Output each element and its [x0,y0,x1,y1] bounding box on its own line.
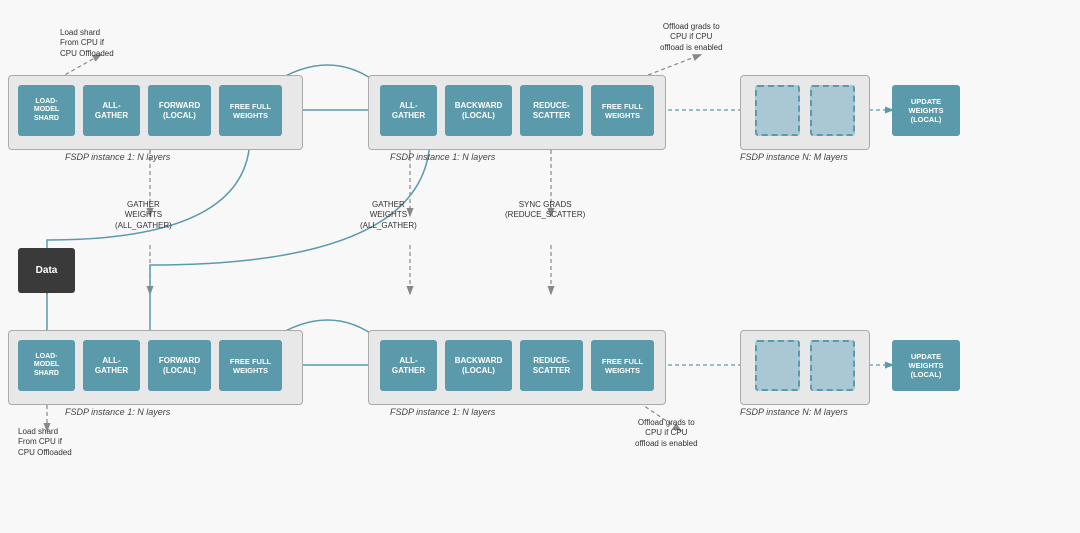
bottom-placeholder-1 [755,340,800,391]
bottom-group1-label: FSDP instance 1: N layers [65,407,170,417]
bottom-group2-label: FSDP instance 1: N layers [390,407,495,417]
bottom-forward: FORWARD(LOCAL) [148,340,211,391]
top-placeholder-2 [810,85,855,136]
top-free-full-weights-1: FREE FULLWEIGHTS [219,85,282,136]
annotation-gather-weights-1: GATHERWEIGHTS(ALL_GATHER) [115,200,172,231]
annotation-offload-grads-top: Offload grads toCPU if CPUoffload is ena… [660,22,723,53]
top-forward: FORWARD(LOCAL) [148,85,211,136]
bottom-all-gather-1: ALL-GATHER [83,340,140,391]
top-all-gather-2: ALL-GATHER [380,85,437,136]
bottom-load-model-shard: LOAD-MODELSHARD [18,340,75,391]
top-free-full-weights-2: FREE FULLWEIGHTS [591,85,654,136]
top-load-model-shard: LOAD-MODELSHARD [18,85,75,136]
top-reduce-scatter: REDUCE-SCATTER [520,85,583,136]
annotation-gather-weights-2: GATHERWEIGHTS(ALL_GATHER) [360,200,417,231]
top-group1-label: FSDP instance 1: N layers [65,152,170,162]
annotation-sync-grads: SYNC GRADS(REDUCE_SCATTER) [505,200,585,221]
bottom-group3-label: FSDP instance N: M layers [740,407,848,417]
bottom-all-gather-2: ALL-GATHER [380,340,437,391]
bottom-free-full-weights-1: FREE FULLWEIGHTS [219,340,282,391]
top-update-weights: UPDATEWEIGHTS(LOCAL) [892,85,960,136]
top-placeholder-1 [755,85,800,136]
data-box: Data [18,248,75,293]
bottom-placeholder-2 [810,340,855,391]
top-all-gather-1: ALL-GATHER [83,85,140,136]
bottom-update-weights: UPDATEWEIGHTS(LOCAL) [892,340,960,391]
annotation-offload-grads-bottom: Offload grads toCPU if CPUoffload is ena… [635,418,698,449]
annotation-load-shard-top: Load shardFrom CPU ifCPU Offloaded [60,28,114,59]
top-group2-label: FSDP instance 1: N layers [390,152,495,162]
top-backward: BACKWARD(LOCAL) [445,85,512,136]
bottom-backward: BACKWARD(LOCAL) [445,340,512,391]
diagram-container: FSDP instance 1: N layers FSDP instance … [0,0,1080,533]
annotation-load-shard-bottom: Load shardFrom CPU ifCPU Offloaded [18,427,72,458]
bottom-reduce-scatter: REDUCE-SCATTER [520,340,583,391]
bottom-free-full-weights-2: FREE FULLWEIGHTS [591,340,654,391]
top-group3-label: FSDP instance N: M layers [740,152,848,162]
